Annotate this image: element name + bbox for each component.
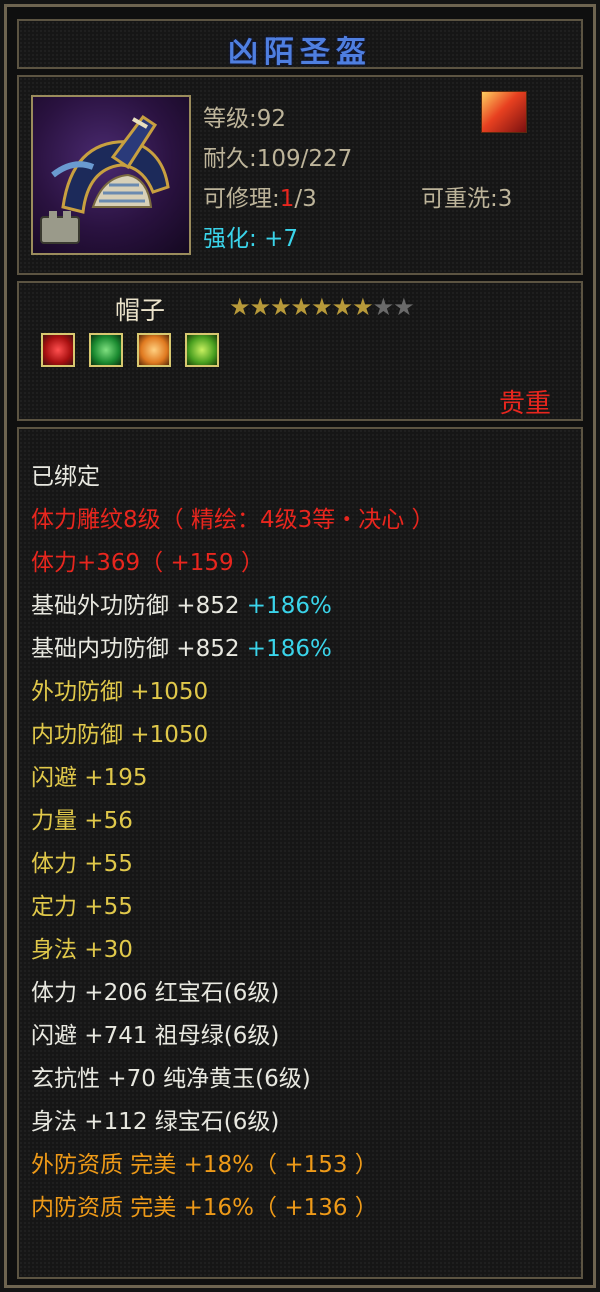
- stat-gem-dodge: 闪避 +741 祖母绿(6级): [31, 1023, 280, 1049]
- lime-gem-icon[interactable]: [185, 333, 219, 367]
- item-title: 凶陌圣盔: [228, 35, 372, 70]
- enhance-label: 强化:: [203, 226, 257, 252]
- rarity-label: 贵重: [498, 389, 551, 419]
- item-name-panel: 帽子 ★★★★★★★★★ 贵重: [17, 281, 583, 421]
- stat-strength: 力量 +56: [31, 808, 133, 834]
- stat-base-ext-def: 基础外功防御 +852 +186%: [31, 586, 332, 620]
- item-durability: 耐久:109/227: [203, 146, 353, 172]
- orange-gem-icon[interactable]: [137, 333, 171, 367]
- phoenix-badge-icon: [481, 91, 527, 133]
- stars-filled: ★★★★★★★: [229, 293, 374, 321]
- title-bar: 凶陌圣盔: [17, 19, 583, 70]
- red-gem-icon[interactable]: [41, 333, 75, 367]
- stat-base-int-def: 基础内功防御 +852 +186%: [31, 629, 332, 663]
- stat-gem-agility: 身法 +112 绿宝石(6级): [31, 1109, 280, 1135]
- item-info-panel: 等级:92 耐久:109/227 可修理:1/3 可重洗:3 强化: +7: [17, 75, 583, 275]
- repair-used: 1: [279, 186, 295, 212]
- stat-vitality-bonus: 体力+369（ +159 ）: [31, 550, 264, 576]
- stat-gem-vitality: 体力 +206 红宝石(6级): [31, 980, 280, 1006]
- stat-base-ext-def-pct: +186%: [246, 593, 332, 619]
- star-rating: ★★★★★★★★★: [229, 293, 415, 321]
- item-level: 等级:92: [203, 106, 287, 132]
- stat-engrave: 体力雕纹8级（ 精绘：4级3等・决心 ）: [31, 507, 435, 533]
- item-rewash: 可重洗:3: [421, 186, 513, 212]
- stat-gem-resist: 玄抗性 +70 纯净黄玉(6级): [31, 1066, 311, 1092]
- stat-ext-quality: 外防资质 完美 +18%（ +153 ）: [31, 1152, 378, 1178]
- helmet-icon: [31, 95, 191, 255]
- stat-base-int-def-pct: +186%: [246, 636, 332, 662]
- stat-vitality: 体力 +55: [31, 851, 133, 877]
- repair-label: 可修理:: [203, 186, 280, 212]
- stat-int-def: 内功防御 +1050: [31, 722, 209, 748]
- repair-total: /3: [294, 186, 317, 212]
- stat-focus: 定力 +55: [31, 894, 133, 920]
- stat-dodge: 闪避 +195: [31, 765, 148, 791]
- item-enhance: 强化: +7: [203, 219, 298, 253]
- stars-empty: ★★: [372, 293, 415, 321]
- item-repair: 可修理:1/3: [203, 179, 317, 213]
- stat-int-quality: 内防资质 完美 +16%（ +136 ）: [31, 1195, 378, 1221]
- enhance-value: +7: [264, 226, 298, 252]
- bound-status: 已绑定: [31, 464, 100, 490]
- stat-base-ext-def-value: 基础外功防御 +852: [31, 593, 240, 619]
- item-slot: 帽子: [115, 296, 166, 325]
- stat-base-int-def-value: 基础内功防御 +852: [31, 636, 240, 662]
- green-gem-icon[interactable]: [89, 333, 123, 367]
- stat-ext-def: 外功防御 +1050: [31, 679, 209, 705]
- stat-agility: 身法 +30: [31, 937, 133, 963]
- item-stats-panel: 已绑定 体力雕纹8级（ 精绘：4级3等・决心 ） 体力+369（ +159 ） …: [17, 427, 583, 1279]
- item-tooltip: 凶陌圣盔 等级:92 耐久:109/227 可修理:1/3 可重洗:3 强化: …: [4, 4, 596, 1288]
